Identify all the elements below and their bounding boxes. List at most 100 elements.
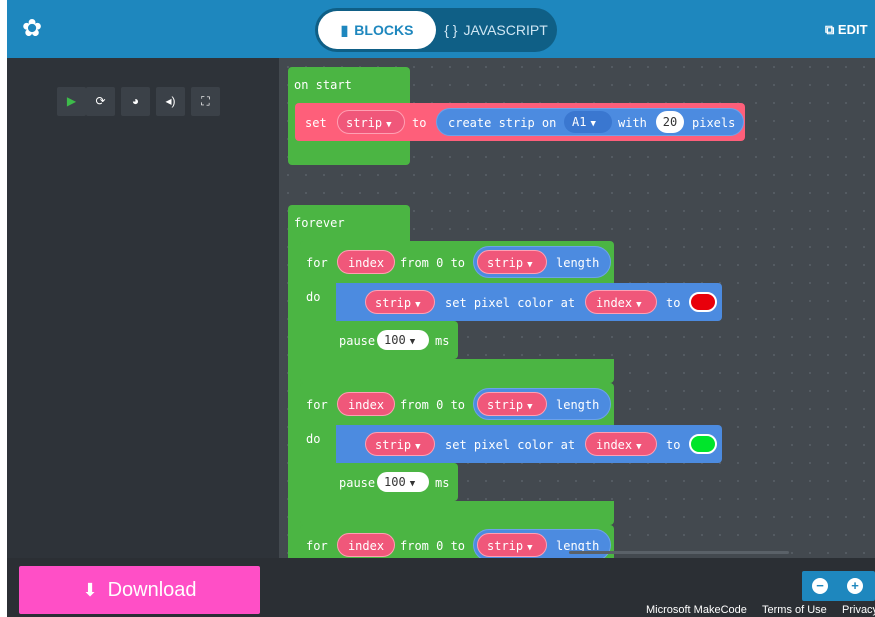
tab-blocks[interactable]: ▮ BLOCKS	[318, 11, 436, 49]
caret-down-icon: ▼	[415, 300, 421, 310]
to-label: to	[412, 116, 427, 130]
index-variable[interactable]: index	[337, 533, 395, 557]
create-strip-label: create strip on	[448, 116, 557, 130]
caret-down-icon: ▼	[386, 120, 392, 130]
for-label: for	[306, 398, 328, 412]
index-text: index	[347, 398, 385, 412]
pause-ms-dropdown[interactable]: 100 ▼	[377, 330, 429, 350]
tab-javascript-label: JAVASCRIPT	[463, 22, 548, 38]
index-text: index	[596, 438, 633, 452]
on-start-footer	[288, 141, 410, 165]
ms-label: ms	[435, 334, 450, 348]
puzzle-icon: ▮	[340, 22, 349, 38]
caret-down-icon: ▼	[409, 337, 416, 347]
index-text: index	[596, 296, 633, 310]
footer-privacy-link[interactable]: Privacy	[842, 604, 875, 616]
download-label: Download	[107, 579, 197, 601]
color-swatch-green[interactable]	[689, 434, 717, 454]
index-variable[interactable]: index	[337, 392, 395, 416]
pause-label: pause	[339, 334, 376, 348]
index-dropdown[interactable]: index ▼	[585, 432, 657, 456]
play-icon[interactable]: ▶	[57, 87, 86, 116]
pixels-label: pixels	[692, 116, 736, 130]
bottom-bar: ⬇ Download − + Microsoft MakeCode Terms o…	[7, 558, 875, 617]
pixel-count-text: 20	[662, 115, 678, 129]
index-text: index	[347, 539, 385, 553]
workspace-horizontal-scrollbar[interactable]	[569, 551, 789, 554]
top-bar: ✿ ▮ BLOCKS { } JAVASCRIPT ⧉ EDIT	[7, 0, 875, 58]
do-label: do	[306, 432, 321, 446]
restart-icon[interactable]: ⟳	[86, 87, 115, 116]
index-variable[interactable]: index	[337, 250, 395, 274]
edit-label: EDIT	[837, 22, 868, 37]
download-icon: ⬇	[82, 580, 98, 600]
to-label: to	[666, 438, 681, 452]
snail-icon[interactable]: ◕	[121, 87, 150, 116]
strip-text: strip	[487, 539, 524, 553]
index-dropdown[interactable]: index ▼	[585, 290, 657, 314]
zoom-in-icon[interactable]: +	[847, 578, 863, 594]
pause-value-text: 100	[384, 333, 406, 347]
color-swatch-red[interactable]	[689, 292, 717, 312]
from-label: from 0 to	[400, 256, 466, 270]
to-label: to	[666, 296, 681, 310]
zoom-out-icon[interactable]: −	[812, 578, 828, 594]
pause-label: pause	[339, 476, 376, 490]
adafruit-star-icon[interactable]: ✿	[19, 16, 45, 42]
makecode-editor: ✿ ▮ BLOCKS { } JAVASCRIPT ⧉ EDIT ▶ ⟳ ◕ ◂) …	[7, 0, 875, 617]
strip-text: strip	[375, 438, 412, 452]
from-label: from 0 to	[400, 539, 466, 553]
tab-blocks-label: BLOCKS	[354, 22, 414, 38]
index-text: index	[347, 256, 385, 270]
ms-label: ms	[435, 476, 450, 490]
for-label: for	[306, 256, 328, 270]
length-label: length	[556, 398, 600, 412]
set-label: set	[305, 116, 327, 130]
set-pixel-label: set pixel color at	[445, 296, 576, 310]
pause-ms-dropdown[interactable]: 100 ▼	[377, 472, 429, 492]
pause-value-text: 100	[384, 475, 406, 489]
set-pixel-label: set pixel color at	[445, 438, 576, 452]
strip-variable-dropdown[interactable]: strip ▼	[337, 110, 405, 134]
caret-down-icon: ▼	[527, 543, 533, 553]
tab-javascript[interactable]: { } JAVASCRIPT	[439, 11, 553, 49]
pixel-count-input[interactable]: 20	[656, 111, 684, 133]
simulator-panel: ▶ ⟳ ◕ ◂) ⛶	[7, 58, 279, 558]
braces-icon: { }	[444, 22, 458, 38]
strip-text: strip	[487, 256, 524, 270]
strip-dropdown[interactable]: strip ▼	[477, 250, 547, 274]
strip-text: strip	[375, 296, 412, 310]
pin-dropdown[interactable]: A1 ▼	[564, 111, 612, 133]
for-loop-1-footer	[300, 359, 614, 383]
do-label: do	[306, 290, 321, 304]
edit-button[interactable]: ⧉ EDIT	[825, 22, 868, 38]
simulator-toolbar: ▶ ⟳ ◕ ◂) ⛶	[57, 87, 226, 116]
caret-down-icon: ▼	[636, 300, 642, 310]
caret-down-icon: ▼	[527, 260, 533, 270]
footer-terms-link[interactable]: Terms of Use	[762, 604, 827, 616]
blocks-workspace[interactable]: on start set strip ▼ to create strip on A…	[279, 58, 875, 558]
length-label: length	[556, 256, 600, 270]
strip-dropdown[interactable]: strip ▼	[477, 533, 547, 557]
on-start-label: on start	[294, 78, 352, 92]
download-button[interactable]: ⬇ Download	[19, 566, 260, 614]
caret-down-icon: ▼	[415, 442, 421, 452]
with-label: with	[618, 116, 647, 130]
editor-toggle: ▮ BLOCKS { } JAVASCRIPT	[315, 8, 557, 52]
caret-down-icon: ▼	[409, 479, 416, 489]
strip-dropdown[interactable]: strip ▼	[365, 432, 435, 456]
from-label: from 0 to	[400, 398, 466, 412]
strip-dropdown[interactable]: strip ▼	[365, 290, 435, 314]
for-loop-2-footer	[300, 501, 614, 525]
sound-icon[interactable]: ◂)	[156, 87, 185, 116]
for-label: for	[306, 539, 328, 553]
forever-label: forever	[294, 216, 345, 230]
footer-makecode-link[interactable]: Microsoft MakeCode	[646, 604, 747, 616]
external-link-icon: ⧉	[825, 22, 835, 37]
caret-down-icon: ▼	[527, 402, 533, 412]
strip-var-text: strip	[346, 116, 383, 130]
fullscreen-icon[interactable]: ⛶	[191, 87, 220, 116]
caret-down-icon: ▼	[636, 442, 642, 452]
strip-dropdown[interactable]: strip ▼	[477, 392, 547, 416]
pin-text: A1	[572, 115, 587, 129]
